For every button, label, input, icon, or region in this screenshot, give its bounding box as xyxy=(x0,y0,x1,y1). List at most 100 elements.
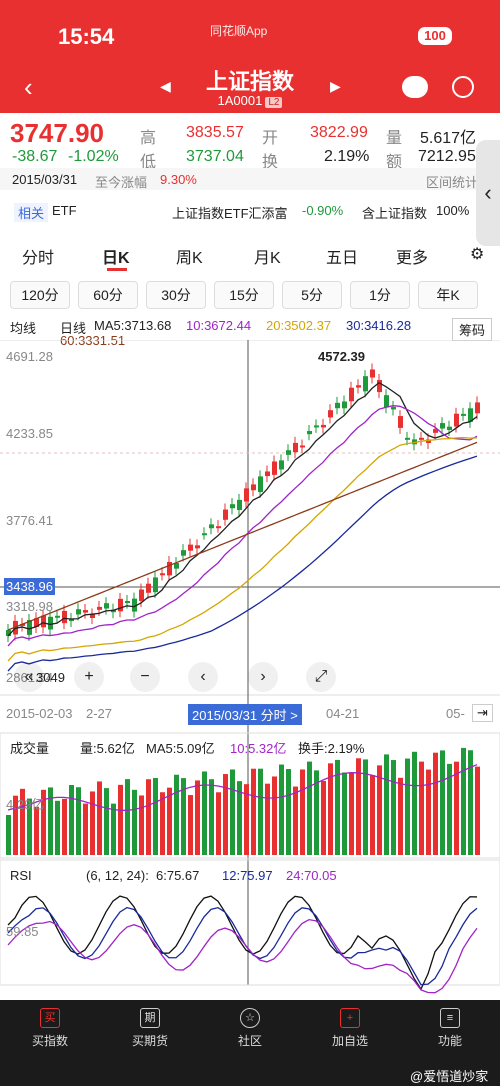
tab-intraday[interactable]: 分时 xyxy=(22,244,54,268)
candle xyxy=(335,402,340,409)
volume-bar xyxy=(132,789,137,855)
ma30-line xyxy=(7,455,478,672)
volume-bar xyxy=(104,788,109,855)
candle xyxy=(328,410,333,418)
cursor-date-button[interactable]: 2015/03/31 分时 > xyxy=(188,704,302,725)
tab-weekly[interactable]: 周K xyxy=(176,244,203,268)
buy-icon: 买 xyxy=(40,1008,60,1028)
collapse-handle-icon[interactable]: ‹ xyxy=(476,140,500,246)
jump-latest-icon[interactable]: ⇥ xyxy=(472,704,493,722)
rsi-label[interactable]: RSI xyxy=(10,868,32,883)
chips-button[interactable]: 筹码 xyxy=(452,318,493,341)
candle xyxy=(321,424,326,428)
period-60[interactable]: 60分 xyxy=(78,281,138,309)
price-axis-label: 3776.41 xyxy=(6,513,53,528)
volume-bar xyxy=(258,768,263,855)
ma10-value: 10:3672.44 xyxy=(186,318,252,333)
volume-bar xyxy=(433,752,438,855)
tab-daily[interactable]: 日K xyxy=(102,244,130,268)
rsi12: 12:75.97 xyxy=(222,868,273,883)
volume-bar xyxy=(209,779,214,855)
candle xyxy=(48,616,53,630)
ma30-value: 30:3416.28 xyxy=(346,318,412,333)
candle xyxy=(398,416,403,428)
scroll-right-icon[interactable]: › xyxy=(248,662,278,692)
volume-bar xyxy=(174,774,179,855)
tab-five-day[interactable]: 五日 xyxy=(326,244,358,268)
candle xyxy=(349,387,354,402)
volume-bar xyxy=(6,815,11,855)
candle xyxy=(286,450,291,455)
volume-bar xyxy=(195,780,200,855)
tab-monthly[interactable]: 月K xyxy=(254,244,281,268)
volume-bar xyxy=(146,779,151,855)
candle xyxy=(461,413,466,416)
period-5[interactable]: 5分 xyxy=(282,281,342,309)
period-15[interactable]: 15分 xyxy=(214,281,274,309)
settings-icon[interactable]: ⚙ xyxy=(470,244,484,264)
zoom-out-icon[interactable]: − xyxy=(130,662,160,692)
period-30[interactable]: 30分 xyxy=(146,281,206,309)
rsi6-line xyxy=(7,895,478,991)
candle xyxy=(440,423,445,429)
search-icon[interactable] xyxy=(452,76,474,98)
zoom-in-icon[interactable]: + xyxy=(74,662,104,692)
high-annotation: 4572.39 xyxy=(318,349,365,364)
volume-bar xyxy=(412,751,417,855)
volume-bar xyxy=(125,779,130,855)
rsi-axis-label: 59.85 xyxy=(6,924,39,939)
since-label: 至今涨幅 xyxy=(95,175,148,190)
nav-buy-index[interactable]: 买买指数 xyxy=(15,1008,85,1049)
candle xyxy=(83,610,88,613)
period-year[interactable]: 年K xyxy=(418,281,478,309)
candle xyxy=(293,442,298,453)
fullscreen-icon[interactable]: ⤢ xyxy=(306,662,336,692)
volume-bar xyxy=(461,747,466,855)
candle xyxy=(118,598,123,612)
candle xyxy=(160,573,165,576)
scroll-left-icon[interactable]: ‹ xyxy=(188,662,218,692)
volume-bar xyxy=(426,769,431,855)
candle xyxy=(55,615,60,618)
robot-icon[interactable] xyxy=(402,76,428,98)
volume-axis-label: 4.29亿 xyxy=(6,797,45,812)
period-1[interactable]: 1分 xyxy=(350,281,410,309)
volume-bar xyxy=(76,787,81,855)
volume-bar xyxy=(118,784,123,855)
date-left: 2015-02-03 xyxy=(6,706,73,721)
rsi24: 24:70.05 xyxy=(286,868,337,883)
tab-more[interactable]: 更多 xyxy=(396,244,428,268)
ma5-line xyxy=(7,381,478,637)
volume-bar xyxy=(34,806,39,855)
price-axis-label: 4691.28 xyxy=(6,349,53,364)
range-stat-button[interactable]: 区间统计 xyxy=(426,172,478,191)
nav-buy-futures[interactable]: 期买期货 xyxy=(115,1008,185,1049)
candle xyxy=(454,413,459,427)
candle xyxy=(153,577,158,593)
since-value: 9.30% xyxy=(160,172,197,187)
nav-functions[interactable]: ≡ 功能 xyxy=(415,1008,485,1049)
nav-add-watchlist[interactable]: + 加自选 xyxy=(315,1008,385,1049)
volume-ma10: 10:5.32亿 xyxy=(230,741,287,756)
volume-bar xyxy=(223,774,228,855)
volume-bar xyxy=(293,786,298,855)
open-label: 开 xyxy=(262,130,279,147)
app-root: 15:54 同花顺App 100 ‹ ◀ ▶ 上证指数 1A0001 L2 374… xyxy=(0,0,500,1086)
etf-name[interactable]: 上证指数ETF汇添富 xyxy=(172,203,288,222)
volume-bar xyxy=(391,760,396,855)
candle xyxy=(363,376,368,392)
volume-label[interactable]: 成交量 xyxy=(10,738,49,757)
period-120[interactable]: 120分 xyxy=(10,281,70,309)
volume-bar xyxy=(55,800,60,855)
volume-bar xyxy=(398,777,403,855)
candle xyxy=(384,395,389,408)
volume-group xyxy=(6,747,480,855)
candle xyxy=(41,615,46,628)
ma-label[interactable]: 均线 xyxy=(10,318,36,337)
bottom-nav: 买买指数 期买期货 ☆ 社区 + 加自选 ≡ 功能 @爱悟道炒家 xyxy=(0,1000,500,1086)
candle xyxy=(356,385,361,388)
rewind-icon[interactable]: « xyxy=(14,662,44,692)
high-value: 3835.57 xyxy=(186,124,244,141)
nav-community[interactable]: ☆ 社区 xyxy=(215,1008,285,1049)
turnover-value: 2.19% xyxy=(324,148,370,165)
